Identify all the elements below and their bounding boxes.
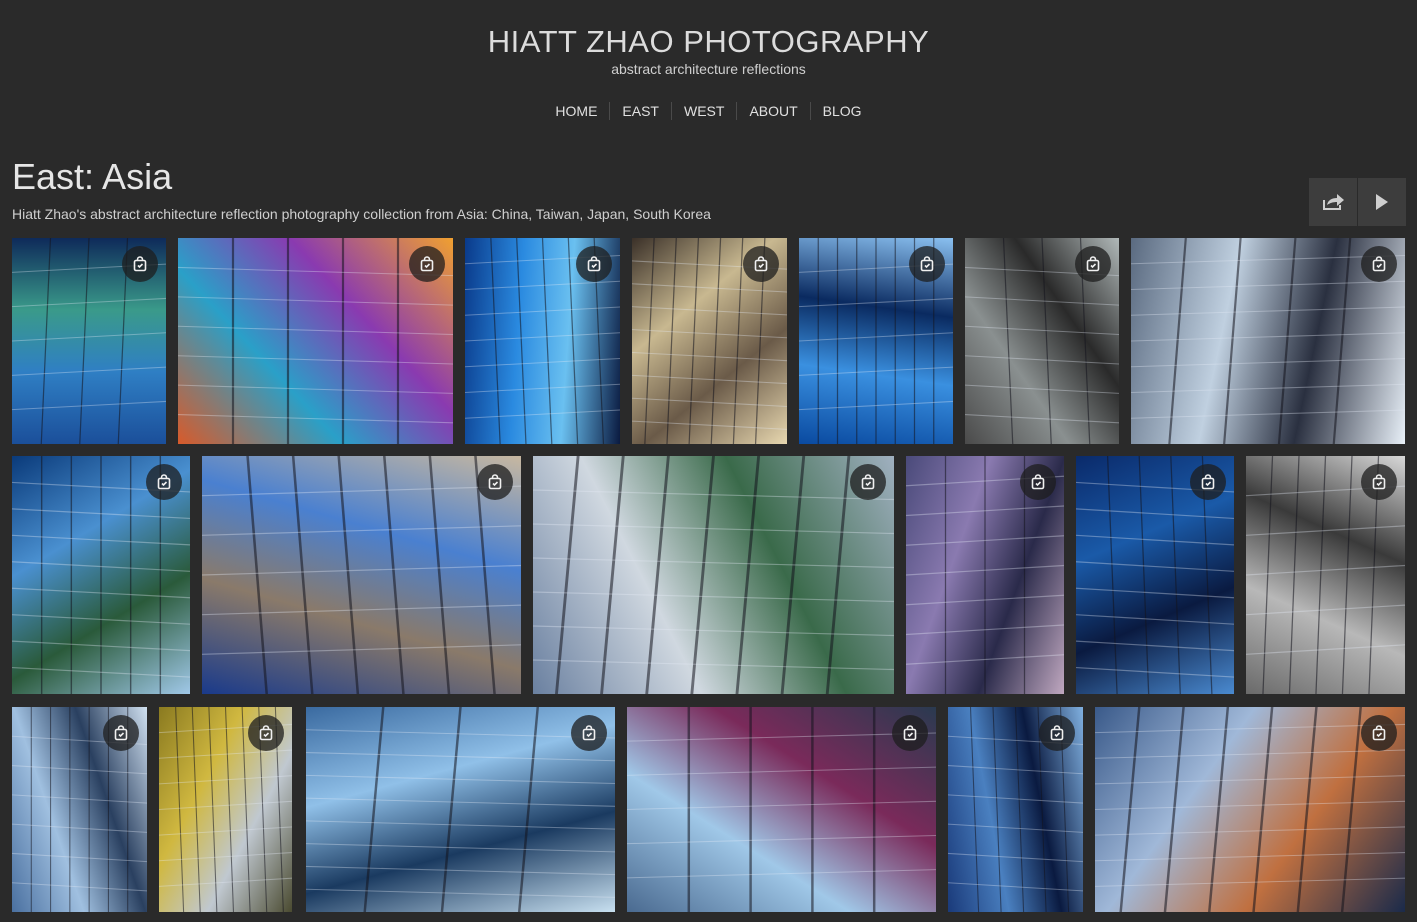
- nav-item-home[interactable]: HOME: [543, 102, 609, 120]
- buy-button[interactable]: [409, 246, 445, 282]
- gallery-photo[interactable]: [178, 238, 453, 444]
- gallery-photo[interactable]: [12, 456, 190, 694]
- photo-facade: [1095, 707, 1405, 912]
- shopping-bag-icon: [920, 256, 934, 272]
- buy-button[interactable]: [146, 464, 182, 500]
- gallery-photo[interactable]: [799, 238, 953, 444]
- gallery-photo[interactable]: [533, 456, 894, 694]
- shopping-bag-icon: [133, 256, 147, 272]
- gallery-photo[interactable]: [159, 707, 292, 912]
- gallery-toolbar: [1309, 178, 1406, 226]
- buy-button[interactable]: [1361, 464, 1397, 500]
- gallery-photo[interactable]: [465, 238, 620, 444]
- gallery-photo[interactable]: [948, 707, 1083, 912]
- nav-item-west[interactable]: WEST: [670, 102, 736, 120]
- play-icon: [1376, 194, 1388, 210]
- shopping-bag-icon: [587, 256, 601, 272]
- share-icon: [1323, 194, 1344, 210]
- shopping-bag-icon: [861, 474, 875, 490]
- gallery-photo[interactable]: [965, 238, 1119, 444]
- buy-button[interactable]: [892, 715, 928, 751]
- share-button[interactable]: [1309, 178, 1357, 226]
- buy-button[interactable]: [103, 715, 139, 751]
- site-title[interactable]: HIATT ZHAO PHOTOGRAPHY: [0, 24, 1417, 60]
- photo-facade: [202, 456, 521, 694]
- shopping-bag-icon: [1372, 725, 1386, 741]
- photo-facade: [533, 456, 894, 694]
- gallery-photo[interactable]: [1076, 456, 1234, 694]
- nav-item-east[interactable]: EAST: [609, 102, 671, 120]
- buy-button[interactable]: [1361, 246, 1397, 282]
- buy-button[interactable]: [477, 464, 513, 500]
- shopping-bag-icon: [488, 474, 502, 490]
- shopping-bag-icon: [903, 725, 917, 741]
- photo-facade: [306, 707, 615, 912]
- shopping-bag-icon: [1086, 256, 1100, 272]
- shopping-bag-icon: [259, 725, 273, 741]
- buy-button[interactable]: [1075, 246, 1111, 282]
- nav-item-about[interactable]: ABOUT: [736, 102, 809, 120]
- shopping-bag-icon: [1050, 725, 1064, 741]
- buy-button[interactable]: [743, 246, 779, 282]
- gallery-description: Hiatt Zhao's abstract architecture refle…: [12, 206, 711, 222]
- slideshow-button[interactable]: [1357, 178, 1406, 226]
- shopping-bag-icon: [1031, 474, 1045, 490]
- gallery-photo[interactable]: [12, 238, 166, 444]
- buy-button[interactable]: [850, 464, 886, 500]
- buy-button[interactable]: [1020, 464, 1056, 500]
- buy-button[interactable]: [248, 715, 284, 751]
- nav-item-blog[interactable]: BLOG: [809, 102, 874, 120]
- buy-button[interactable]: [576, 246, 612, 282]
- shopping-bag-icon: [114, 725, 128, 741]
- gallery-photo[interactable]: [632, 238, 787, 444]
- shopping-bag-icon: [1201, 474, 1215, 490]
- gallery-photo[interactable]: [1095, 707, 1405, 912]
- buy-button[interactable]: [1039, 715, 1075, 751]
- shopping-bag-icon: [1372, 256, 1386, 272]
- buy-button[interactable]: [122, 246, 158, 282]
- gallery-photo[interactable]: [202, 456, 521, 694]
- photo-facade: [627, 707, 936, 912]
- gallery-photo[interactable]: [906, 456, 1064, 694]
- gallery-photo[interactable]: [1246, 456, 1405, 694]
- site-tagline: abstract architecture reflections: [611, 61, 806, 77]
- shopping-bag-icon: [582, 725, 596, 741]
- shopping-bag-icon: [1372, 474, 1386, 490]
- buy-button[interactable]: [1361, 715, 1397, 751]
- shopping-bag-icon: [420, 256, 434, 272]
- gallery-photo[interactable]: [627, 707, 936, 912]
- main-nav: HOME EAST WEST ABOUT BLOG: [0, 102, 1417, 120]
- gallery-photo[interactable]: [306, 707, 615, 912]
- gallery-photo[interactable]: [12, 707, 147, 912]
- gallery-title: East: Asia: [12, 156, 173, 197]
- buy-button[interactable]: [571, 715, 607, 751]
- shopping-bag-icon: [754, 256, 768, 272]
- buy-button[interactable]: [1190, 464, 1226, 500]
- buy-button[interactable]: [909, 246, 945, 282]
- gallery-photo[interactable]: [1131, 238, 1405, 444]
- shopping-bag-icon: [157, 474, 171, 490]
